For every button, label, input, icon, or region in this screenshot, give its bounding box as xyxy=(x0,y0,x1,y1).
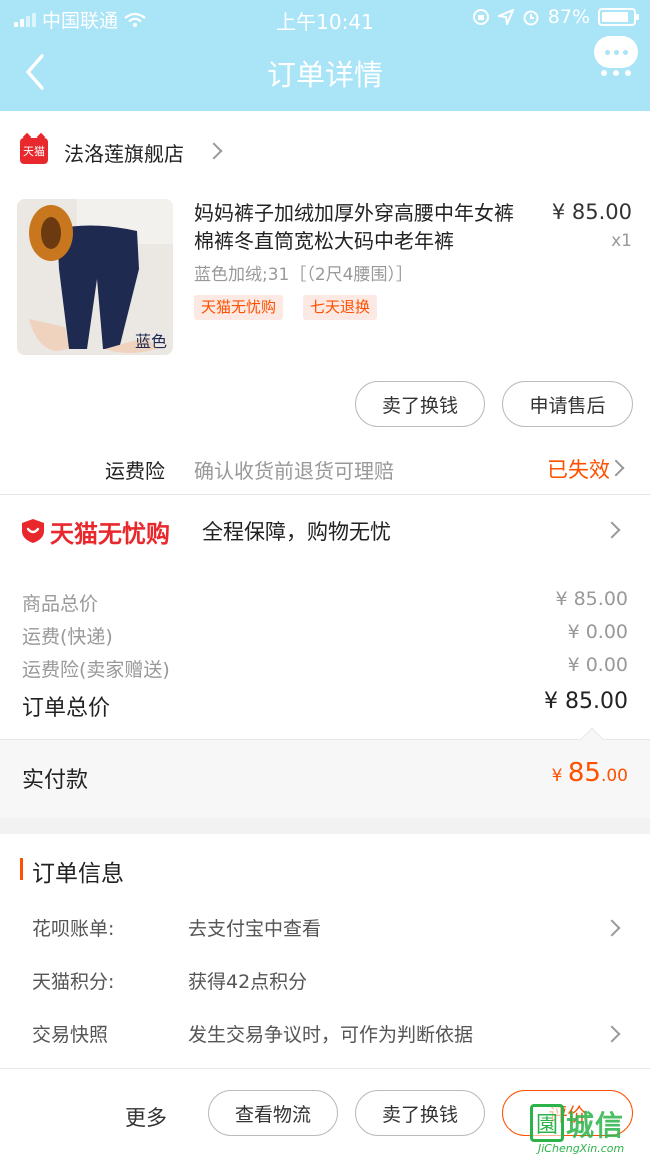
shipping-fee-label: 运费(快递) xyxy=(22,626,113,648)
battery-percent: 87% xyxy=(547,6,590,28)
tmall-points-row: 天猫积分: 获得42点积分 xyxy=(32,971,308,993)
more-menu-button[interactable] xyxy=(594,36,640,82)
orientation-lock-icon xyxy=(472,9,489,25)
chevron-right-icon xyxy=(603,521,621,539)
shield-icon xyxy=(22,519,44,543)
amount-paid-label: 实付款 xyxy=(22,768,89,793)
chevron-right-icon xyxy=(603,919,621,937)
shop-name: 法洛莲旗舰店 xyxy=(64,142,184,166)
tmall-guarantee-row[interactable]: 天猫无忧购 全程保障，购物无忧 xyxy=(0,496,650,566)
amount-paid-value: ¥ 85.00 xyxy=(551,758,628,788)
chevron-right-icon xyxy=(607,459,625,477)
tmall-logo-icon: 天猫 xyxy=(20,138,48,164)
alarm-icon xyxy=(523,10,539,26)
tag-tmall-guarantee: 天猫无忧购 xyxy=(194,295,284,320)
battery-icon xyxy=(598,8,639,26)
location-icon xyxy=(497,9,514,25)
apply-after-sale-button[interactable]: 申请售后 xyxy=(502,381,633,427)
section-accent-bar xyxy=(20,858,23,880)
product-photo: 蓝色 xyxy=(17,199,173,355)
sell-for-cash-bottom-button[interactable]: 卖了换钱 xyxy=(355,1090,485,1136)
guarantee-text: 全程保障，购物无忧 xyxy=(202,520,391,544)
order-total-label: 订单总价 xyxy=(22,696,111,721)
goods-total-label: 商品总价 xyxy=(22,593,99,615)
order-info-title: 订单信息 xyxy=(32,861,124,887)
sell-for-cash-button[interactable]: 卖了换钱 xyxy=(355,381,485,427)
insurance-fee-value: ¥ 0.00 xyxy=(567,654,628,676)
shipping-fee-value: ¥ 0.00 xyxy=(567,621,628,643)
site-watermark: 園 城信 JiChengXin.com xyxy=(530,1104,648,1155)
product-sku: 蓝色加绒;31［（2尺4腰围）］ xyxy=(194,265,413,285)
shipping-insurance-status[interactable]: 已失效 xyxy=(547,454,610,484)
more-dots-icon xyxy=(594,70,638,76)
product-image[interactable]: 蓝色 xyxy=(17,199,173,355)
product-price: ¥ 85.00 xyxy=(551,200,632,224)
page-title: 订单详情 xyxy=(266,58,383,92)
thumb-color-label: 蓝色 xyxy=(135,332,167,351)
order-total-value: ¥ 85.00 xyxy=(544,689,628,714)
shop-row[interactable]: 天猫 法洛莲旗舰店 xyxy=(0,128,650,174)
divider xyxy=(0,494,650,495)
shipping-insurance-desc: 确认收货前退货可理赔 xyxy=(194,459,394,483)
watermark-logo-icon: 園 xyxy=(530,1104,564,1142)
shipping-insurance-label: 运费险 xyxy=(105,459,165,483)
chevron-right-icon xyxy=(205,142,223,160)
message-bubble-icon xyxy=(594,36,638,68)
product-title[interactable]: 妈妈裤子加绒加厚外穿高腰中年女裤棉裤冬直筒宽松大码中老年裤 xyxy=(194,199,524,255)
huabei-bill-row[interactable]: 花呗账单: 去支付宝中查看 xyxy=(0,908,650,948)
view-logistics-button[interactable]: 查看物流 xyxy=(208,1090,338,1136)
transaction-snapshot-row[interactable]: 交易快照 发生交易争议时，可作为判断依据 xyxy=(0,1014,650,1054)
goods-total-value: ¥ 85.00 xyxy=(555,588,628,610)
guarantee-brand: 天猫无忧购 xyxy=(50,520,170,548)
tag-seven-day-return: 七天退换 xyxy=(303,295,378,320)
product-quantity: x1 xyxy=(611,231,632,251)
section-gap xyxy=(0,818,650,834)
amount-paid-block: 实付款 ¥ 85.00 xyxy=(0,727,650,818)
header: 中国联通 上午10:41 87% 订单详情 xyxy=(0,0,650,111)
status-bar: 中国联通 上午10:41 87% xyxy=(0,0,650,36)
insurance-fee-label: 运费险(卖家赠送) xyxy=(22,659,170,681)
chevron-right-icon xyxy=(603,1025,621,1043)
more-button[interactable]: 更多 xyxy=(125,1102,167,1132)
